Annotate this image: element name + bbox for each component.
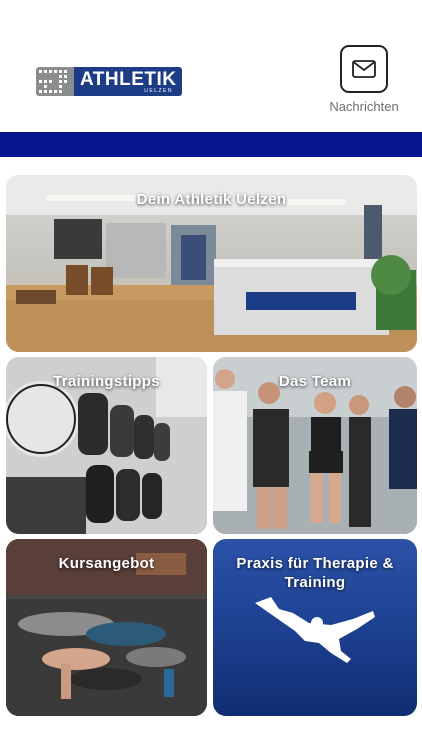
logo-mark-icon (36, 67, 74, 96)
brand-color-band (0, 132, 422, 157)
tile-title: Trainingstipps (53, 373, 160, 390)
tile-title: Kursangebot (58, 555, 155, 572)
tile-title: Dein Athletik Uelzen (136, 191, 287, 208)
tile-praxis-therapie-training[interactable]: Praxis für Therapie & Training (213, 539, 417, 716)
tile-das-team[interactable]: Das Team (213, 357, 417, 534)
tile-dein-athletik-uelzen[interactable]: Dein Athletik Uelzen (6, 175, 417, 352)
messages-label: Nachrichten (329, 99, 399, 114)
therapy-pose-icon (255, 597, 375, 663)
athletik-logo: ATHLETIK UELZEN (36, 67, 182, 96)
messages-button[interactable]: Nachrichten (326, 45, 402, 114)
tile-kursangebot[interactable]: Kursangebot (6, 539, 207, 716)
envelope-icon[interactable] (340, 45, 388, 93)
tile-trainingstipps[interactable]: Trainingstipps (6, 357, 207, 534)
logo-wordmark: ATHLETIK UELZEN (74, 67, 182, 96)
tile-title: Das Team (278, 373, 352, 390)
app-header: ATHLETIK UELZEN Nachrichten (0, 0, 422, 132)
logo-location: UELZEN (144, 88, 173, 94)
